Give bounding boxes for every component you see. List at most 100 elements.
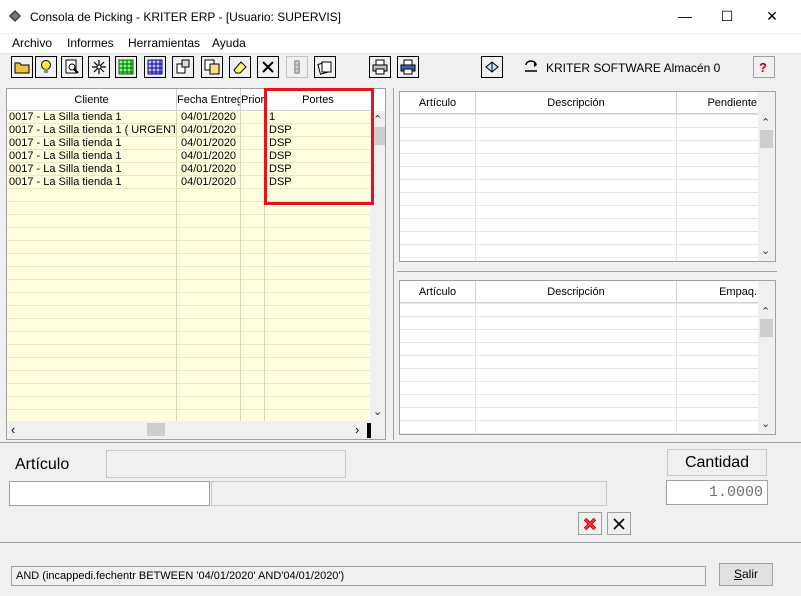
menu-archivo[interactable]: Archivo <box>12 36 52 50</box>
close-button[interactable]: ✕ <box>749 0 795 33</box>
copy-button[interactable] <box>201 56 223 78</box>
table-row[interactable] <box>7 254 372 267</box>
book-button[interactable] <box>481 56 503 78</box>
cell-prioridad <box>245 176 265 189</box>
header-cliente[interactable]: Cliente <box>7 89 177 111</box>
delete-button[interactable] <box>578 512 602 535</box>
cell-prioridad <box>245 137 265 150</box>
svg-text:?: ? <box>759 60 767 75</box>
column-divider <box>676 303 677 434</box>
cell-fecha: 04/01/2020 <box>181 163 237 175</box>
cancel-toolbar-button[interactable] <box>257 56 279 78</box>
scroll-up-icon[interactable]: ⌃ <box>761 116 770 129</box>
highlight-box-portes <box>264 88 374 205</box>
cell-cliente: 0017 - La Silla tienda 1 <box>9 137 122 149</box>
red-x-icon <box>583 517 597 530</box>
table-row[interactable] <box>7 319 372 332</box>
header-articulo[interactable]: Artículo <box>400 281 476 303</box>
preview-button[interactable] <box>61 56 83 78</box>
table-row[interactable] <box>7 358 372 371</box>
table-row[interactable] <box>7 228 372 241</box>
maximize-button[interactable]: ☐ <box>704 0 750 33</box>
vertical-scrollbar[interactable]: ⌃ ⌄ <box>758 92 775 261</box>
table-row[interactable] <box>7 306 372 319</box>
articulos-empaquetado-grid[interactable]: Artículo Descripción Empaq. ⌃ ⌄ <box>399 280 776 435</box>
grid-button[interactable] <box>115 56 137 78</box>
green-grid-icon <box>118 59 134 75</box>
scroll-down-icon[interactable]: ⌄ <box>761 244 770 257</box>
cell-fecha: 04/01/2020 <box>181 150 237 162</box>
horizontal-scrollbar[interactable]: ‹ › <box>7 421 385 439</box>
header-pendiente[interactable]: Pendiente <box>677 92 760 114</box>
scroll-down-icon[interactable]: ⌄ <box>373 405 382 418</box>
transfer-button[interactable] <box>172 56 194 78</box>
panel-divider <box>393 88 394 440</box>
documents-button[interactable] <box>314 56 336 78</box>
cantidad-label: Cantidad <box>667 449 767 476</box>
table-row[interactable] <box>7 371 372 384</box>
cell-cliente: 0017 - La Silla tienda 1 <box>9 176 122 188</box>
panel-divider <box>397 271 777 272</box>
vertical-scrollbar[interactable]: ⌃ ⌄ <box>758 281 775 434</box>
x-icon <box>262 61 274 73</box>
header-descripcion[interactable]: Descripción <box>476 92 677 114</box>
table-row[interactable] <box>7 293 372 306</box>
refresh-icon <box>525 60 537 72</box>
articulo-label: Artículo <box>8 451 105 479</box>
grid-body[interactable] <box>400 303 758 434</box>
header-empaq[interactable]: Empaq. <box>677 281 760 303</box>
scroll-down-icon[interactable]: ⌄ <box>761 417 770 430</box>
window-title: Consola de Picking - KRITER ERP - [Usuar… <box>30 10 342 24</box>
scroll-up-icon[interactable]: ⌃ <box>761 305 770 318</box>
eraser-button[interactable] <box>229 56 251 78</box>
help-button[interactable]: ? <box>753 56 775 78</box>
cell-cliente: 0017 - La Silla tienda 1 <box>9 163 122 175</box>
table-row[interactable] <box>7 397 372 410</box>
header-descripcion[interactable]: Descripción <box>476 281 677 303</box>
articulo-description-field <box>106 450 346 478</box>
table-button[interactable] <box>144 56 166 78</box>
hscroll-thumb[interactable] <box>147 423 165 436</box>
lightbulb-button[interactable] <box>35 56 57 78</box>
table-row[interactable] <box>7 384 372 397</box>
header-articulo[interactable]: Artículo <box>400 92 476 114</box>
refresh-button[interactable] <box>520 56 542 78</box>
cancel-button[interactable] <box>607 512 631 535</box>
menu-informes[interactable]: Informes <box>67 36 114 50</box>
print-button[interactable] <box>369 56 391 78</box>
magnifier-page-icon <box>65 59 79 74</box>
scroll-right-icon[interactable]: › <box>355 422 359 437</box>
scroll-thumb[interactable] <box>760 319 773 337</box>
printer-icon <box>372 59 388 75</box>
documents-icon <box>317 61 332 75</box>
cell-cliente: 0017 - La Silla tienda 1 ( URGENTE <box>9 124 175 136</box>
articulos-pendientes-grid[interactable]: Artículo Descripción Pendiente ⌃ ⌄ <box>399 91 776 262</box>
cell-cliente: 0017 - La Silla tienda 1 <box>9 111 122 123</box>
open-folder-button[interactable] <box>11 56 33 78</box>
scroll-left-icon[interactable]: ‹ <box>11 422 15 437</box>
menu-herramientas[interactable]: Herramientas <box>128 36 200 50</box>
menu-ayuda[interactable]: Ayuda <box>212 36 246 50</box>
table-row[interactable] <box>7 345 372 358</box>
print-preview-button[interactable] <box>397 56 419 78</box>
cell-cliente: 0017 - La Silla tienda 1 <box>9 150 122 162</box>
table-row[interactable] <box>7 215 372 228</box>
minimize-button[interactable]: — <box>662 0 708 33</box>
grid-body[interactable] <box>400 114 758 261</box>
cantidad-input[interactable]: 1.0000 <box>666 480 768 505</box>
section-divider <box>0 442 801 443</box>
almacen-label: KRITER SOFTWARE Almacén 0 <box>546 61 721 75</box>
header-fecha-entrega[interactable]: Fecha Entrega <box>177 89 241 111</box>
traffic-light-button[interactable] <box>286 56 308 78</box>
table-row[interactable] <box>7 267 372 280</box>
table-row[interactable] <box>7 332 372 345</box>
scroll-up-icon[interactable]: ⌃ <box>373 113 382 126</box>
salir-button[interactable]: Salir <box>719 563 773 586</box>
burst-button[interactable] <box>88 56 110 78</box>
table-row[interactable] <box>7 241 372 254</box>
header-prioridad[interactable]: Prioridad <box>241 89 265 111</box>
cell-fecha: 04/01/2020 <box>181 137 237 149</box>
scroll-thumb[interactable] <box>760 130 773 148</box>
articulo-input[interactable] <box>9 481 210 506</box>
table-row[interactable] <box>7 280 372 293</box>
